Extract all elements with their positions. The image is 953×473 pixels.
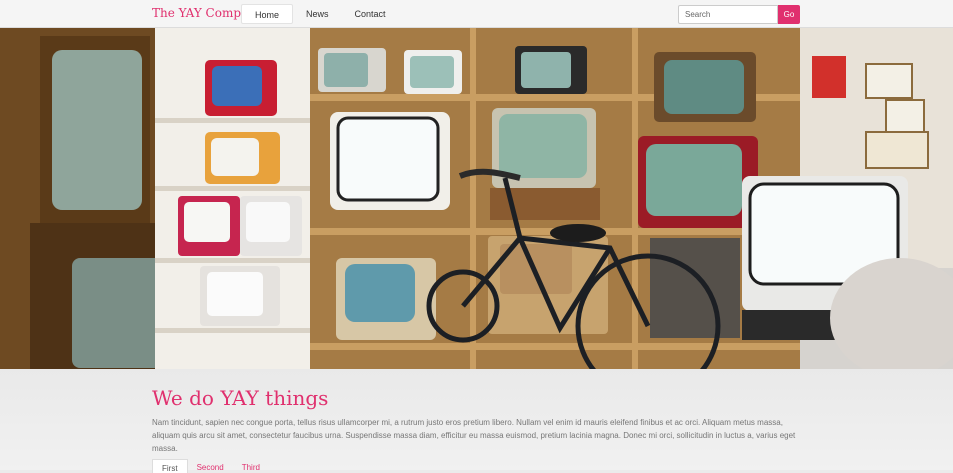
- tab-first[interactable]: First: [152, 459, 188, 473]
- content-tabs: First Second Third: [152, 459, 269, 473]
- intro-paragraph: Nam tincidunt, sapien nec congue porta, …: [152, 418, 796, 453]
- nav-contact[interactable]: Contact: [342, 4, 399, 24]
- tab-third[interactable]: Third: [233, 459, 269, 473]
- tab-second[interactable]: Second: [188, 459, 233, 473]
- nav-home[interactable]: Home: [241, 4, 294, 24]
- hero-image: [0, 28, 953, 369]
- main-nav: Home News Contact: [241, 4, 399, 24]
- search-form: Go: [678, 5, 800, 24]
- hero-carousel[interactable]: [0, 28, 953, 369]
- search-input[interactable]: [678, 5, 778, 24]
- search-go-button[interactable]: Go: [778, 5, 800, 24]
- main-content: We do YAY things Nam tincidunt, sapien n…: [0, 369, 953, 473]
- navbar: The YAY Company Home News Contact Go: [0, 0, 953, 28]
- nav-news[interactable]: News: [293, 4, 342, 24]
- page-headline: We do YAY things: [152, 386, 329, 410]
